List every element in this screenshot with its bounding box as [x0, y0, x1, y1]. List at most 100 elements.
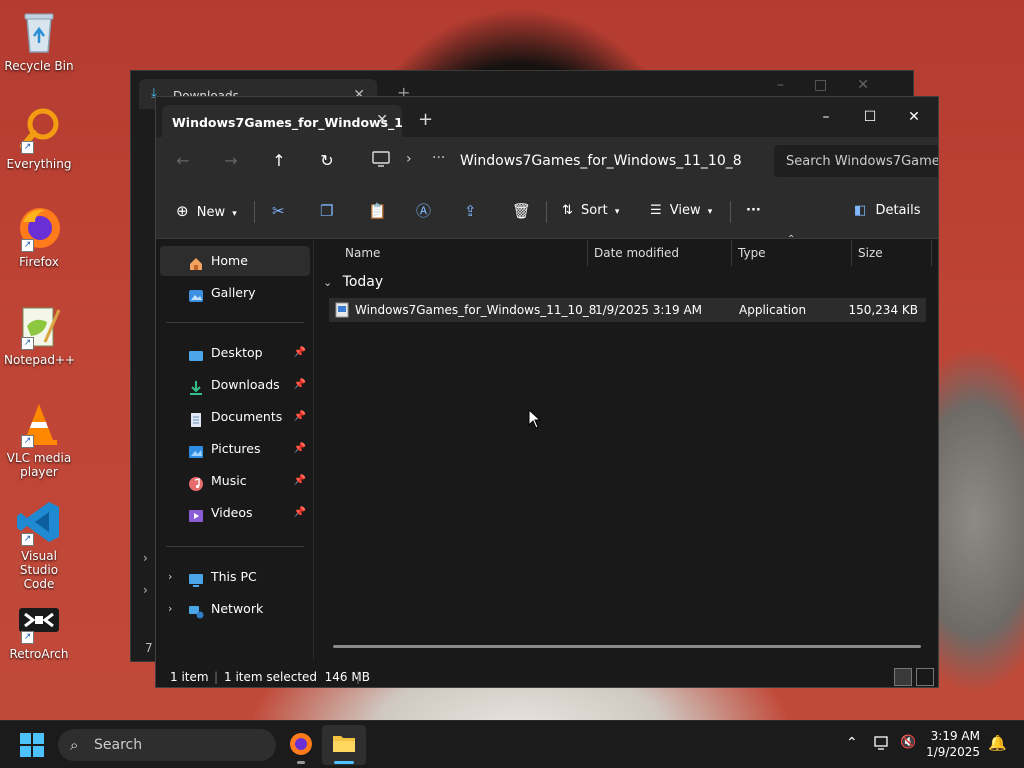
desktop-icon-vlc[interactable]: ↗ VLC media player: [4, 400, 74, 479]
table-row[interactable]: Windows7Games_for_Windows_11_10_8 1/9/20…: [329, 298, 926, 322]
refresh-icon[interactable]: ↻: [314, 149, 340, 173]
desktop-icon-firefox[interactable]: ↗ Firefox: [4, 204, 74, 269]
sidebar-item-gallery[interactable]: Gallery: [160, 278, 310, 308]
more-options-button[interactable]: ···: [746, 200, 761, 222]
copy-icon[interactable]: ❐: [320, 200, 333, 222]
file-list[interactable]: Name Date modified Type ⌃ Size ⌄ Today W…: [315, 234, 938, 660]
details-pane-button[interactable]: ◧ Details: [854, 200, 921, 222]
close-button[interactable]: ✕: [892, 103, 936, 131]
sidebar-item-videos[interactable]: Videos 📌: [160, 498, 310, 528]
application-icon: [335, 302, 349, 326]
group-header-today[interactable]: ⌄ Today: [323, 274, 383, 290]
this-pc-icon: [188, 569, 204, 587]
windows-start-icon[interactable]: [20, 733, 44, 761]
paste-icon[interactable]: 📋: [368, 200, 387, 222]
divider: [254, 201, 255, 223]
sort-button[interactable]: ⇅ Sort ▾: [562, 200, 619, 222]
maximize-button[interactable]: ☐: [848, 103, 892, 131]
everything-search-icon: ↗: [15, 106, 63, 154]
sidebar-item-pictures[interactable]: Pictures 📌: [160, 434, 310, 464]
horizontal-scrollbar[interactable]: [333, 645, 921, 648]
address-bar[interactable]: › ··· Windows7Games_for_Windows_11_10_8: [360, 145, 762, 177]
file-explorer-taskbar-button[interactable]: [322, 725, 366, 765]
tab-label: Windows7Games_for_Windows_11_: [172, 115, 402, 130]
volume-muted-icon[interactable]: 🔇: [900, 735, 916, 750]
pin-icon[interactable]: 📌: [294, 338, 306, 368]
chevron-right-icon[interactable]: ›: [406, 151, 412, 167]
chevron-up-icon[interactable]: ⌃: [846, 735, 858, 751]
desktop-icon-everything[interactable]: ↗ Everything: [4, 106, 74, 171]
status-bar: 1 item | 1 item selected 146 MB |: [156, 665, 938, 687]
desktop-icon-recycle-bin[interactable]: Recycle Bin: [4, 8, 74, 73]
notification-bell-icon[interactable]: 🔔: [988, 734, 1007, 752]
more-locations-icon[interactable]: ···: [432, 150, 445, 166]
desktop-icon-notepadpp[interactable]: ↗ Notepad++: [4, 302, 75, 367]
back-arrow-icon[interactable]: ←: [170, 149, 196, 173]
navigation-pane: Home Gallery Desktop 📌 Downloads 📌 Docum…: [156, 240, 314, 660]
navigation-bar: ← → ↑ ↻ › ··· Windows7Games_for_Windows_…: [156, 137, 938, 185]
sidebar-item-home[interactable]: Home: [160, 246, 310, 276]
close-icon[interactable]: ✕: [376, 112, 388, 128]
cut-icon[interactable]: ✂: [272, 200, 285, 222]
pin-icon[interactable]: 📌: [294, 434, 306, 464]
firefox-icon[interactable]: [288, 731, 314, 764]
desktop-icon-label: VLC media player: [6, 451, 72, 479]
breadcrumb-current-folder[interactable]: Windows7Games_for_Windows_11_10_8: [460, 153, 742, 169]
clock-time: 3:19 AM: [930, 729, 980, 743]
notepadpp-icon: ↗: [15, 302, 63, 350]
chevron-right-icon[interactable]: ›: [143, 551, 148, 565]
column-header-name[interactable]: Name: [345, 240, 380, 266]
sidebar-item-network[interactable]: › Network: [160, 594, 310, 624]
pin-icon[interactable]: 📌: [294, 498, 306, 528]
tab-current-folder[interactable]: Windows7Games_for_Windows_11_ ✕: [162, 105, 402, 137]
chevron-down-icon: ▾: [707, 207, 713, 217]
up-arrow-icon[interactable]: ↑: [266, 149, 292, 173]
desktop-icon-label: Firefox: [19, 255, 59, 269]
plus-icon[interactable]: +: [418, 109, 433, 130]
chevron-right-icon[interactable]: ›: [168, 594, 172, 624]
pin-icon[interactable]: 📌: [294, 466, 306, 496]
vscode-icon: ↗: [15, 498, 63, 546]
desktop-icon: [188, 345, 204, 361]
sidebar-item-downloads[interactable]: Downloads 📌: [160, 370, 310, 400]
share-icon[interactable]: ⇪: [464, 200, 477, 222]
file-size: 150,234 KB: [848, 303, 918, 317]
desktop-icon-label: Visual Studio Code: [19, 549, 59, 591]
pin-icon[interactable]: 📌: [294, 402, 306, 432]
sidebar-item-desktop[interactable]: Desktop 📌: [160, 338, 310, 368]
chevron-right-icon[interactable]: ›: [143, 583, 148, 597]
rename-icon[interactable]: Ⓐ: [416, 200, 431, 222]
details-view-icon[interactable]: [894, 668, 912, 686]
column-header-size[interactable]: Size: [858, 240, 883, 266]
details-pane-icon: ◧: [854, 203, 867, 218]
new-button[interactable]: ⊕ New ▾: [176, 200, 237, 222]
window-controls[interactable]: –□✕: [777, 77, 899, 93]
folder-icon: [333, 736, 355, 752]
divider: [931, 240, 932, 266]
title-bar[interactable]: Windows7Games_for_Windows_11_ ✕ + – ☐ ✕: [156, 97, 938, 137]
shortcut-arrow-icon: ↗: [21, 337, 34, 350]
pin-icon[interactable]: 📌: [294, 370, 306, 400]
taskbar-search[interactable]: ⌕ Search: [58, 729, 276, 761]
column-header-type[interactable]: Type: [738, 240, 766, 266]
sidebar-item-music[interactable]: Music 📌: [160, 466, 310, 496]
firefox-icon: ↗: [15, 204, 63, 252]
minimize-button[interactable]: –: [804, 103, 848, 131]
delete-icon[interactable]: 🗑: [512, 200, 531, 222]
sort-icon: ⇅: [562, 203, 573, 218]
desktop-icon-vscode[interactable]: ↗ Visual Studio Code: [4, 498, 74, 591]
desktop-icon-retroarch[interactable]: ↗ RetroArch: [4, 596, 74, 661]
forward-arrow-icon[interactable]: →: [218, 149, 244, 173]
tiles-view-icon[interactable]: [916, 668, 934, 686]
view-list-icon: ☰: [650, 203, 662, 218]
sidebar-item-documents[interactable]: Documents 📌: [160, 402, 310, 432]
search-input[interactable]: Search Windows7Games_: [774, 145, 938, 177]
view-button[interactable]: ☰ View ▾: [650, 200, 712, 222]
column-header-date[interactable]: Date modified: [594, 240, 679, 266]
system-clock[interactable]: 3:19 AM 1/9/2025: [926, 728, 980, 760]
file-explorer-window[interactable]: Windows7Games_for_Windows_11_ ✕ + – ☐ ✕ …: [155, 96, 939, 688]
network-status-icon[interactable]: [874, 735, 892, 755]
file-date-modified: 1/9/2025 3:19 AM: [595, 303, 703, 317]
chevron-right-icon[interactable]: ›: [168, 562, 172, 592]
sidebar-item-this-pc[interactable]: › This PC: [160, 562, 310, 592]
